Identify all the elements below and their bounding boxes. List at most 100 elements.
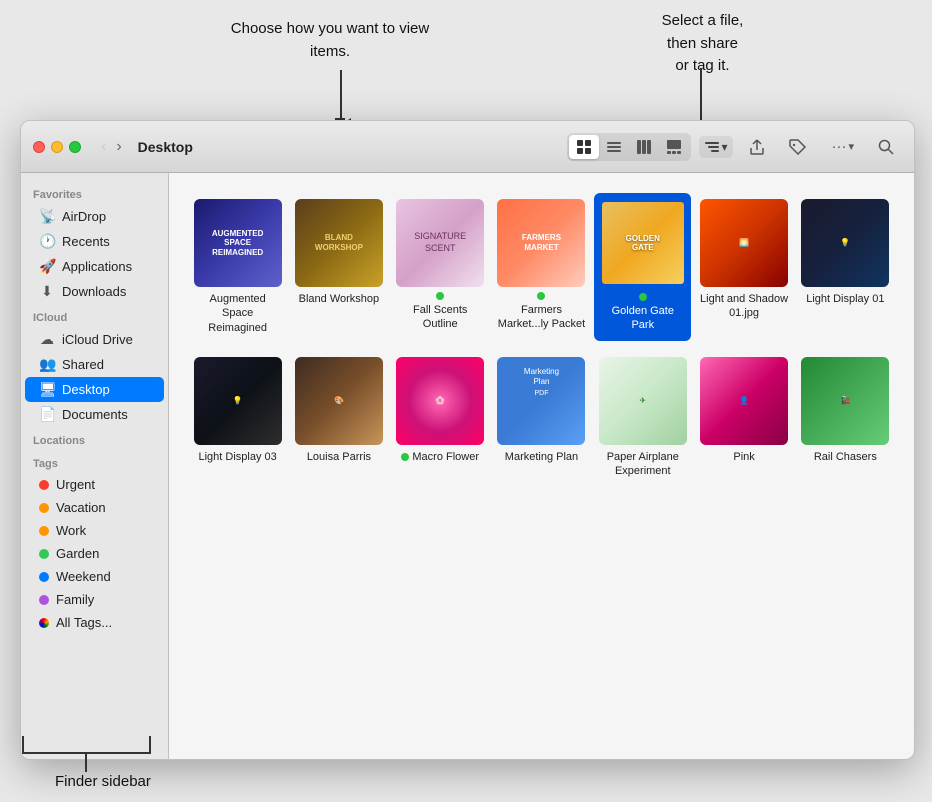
file-thumb-augmented: AUGMENTEDSPACEREIMAGINED bbox=[194, 199, 282, 287]
sidebar-item-garden[interactable]: Garden bbox=[25, 542, 164, 565]
applications-icon: 🚀 bbox=[39, 258, 55, 275]
file-thumb-rail: 🚂 bbox=[801, 357, 889, 445]
farmers-dot bbox=[537, 292, 545, 300]
file-item-bland[interactable]: BLANDWORKSHOP Bland Workshop bbox=[290, 193, 387, 341]
title-bar: ‹ › Desktop ▾ bbox=[21, 121, 914, 173]
file-item-farmers[interactable]: FARMERSMARKET Farmers Market...ly Packet bbox=[493, 193, 590, 341]
downloads-icon: ⬇ bbox=[39, 283, 55, 300]
sidebar-item-icloud-drive[interactable]: ☁ iCloud Drive bbox=[25, 327, 164, 352]
file-name-macro: Macro Flower bbox=[401, 450, 479, 464]
view-toggle-group bbox=[567, 133, 691, 161]
file-name-farmers: Farmers Market...ly Packet bbox=[497, 292, 586, 332]
file-item-macro[interactable]: 🌸 Macro Flower bbox=[392, 351, 489, 485]
file-thumb-light03: 💡 bbox=[194, 357, 282, 445]
file-name-paper: Paper Airplane Experiment bbox=[598, 450, 687, 479]
view-callout: Choose how you want to view items. bbox=[230, 18, 430, 63]
back-button[interactable]: ‹ bbox=[97, 136, 110, 158]
file-name-louisa: Louisa Parris bbox=[307, 450, 371, 464]
sidebar-item-downloads[interactable]: ⬇ Downloads bbox=[25, 279, 164, 304]
traffic-lights bbox=[33, 141, 81, 153]
sidebar-item-urgent[interactable]: Urgent bbox=[25, 473, 164, 496]
vacation-tag-dot bbox=[39, 503, 49, 513]
golden-dot bbox=[639, 293, 647, 301]
file-thumb-light-shadow: 🌅 bbox=[700, 199, 788, 287]
file-item-rail[interactable]: 🚂 Rail Chasers bbox=[797, 351, 894, 485]
file-item-light03[interactable]: 💡 Light Display 03 bbox=[189, 351, 286, 485]
file-item-light-shadow[interactable]: 🌅 Light and Shadow 01.jpg bbox=[695, 193, 792, 341]
file-name-golden: Golden Gate Park bbox=[598, 292, 687, 334]
view-grid-button[interactable] bbox=[569, 135, 599, 159]
file-thumb-light01: 💡 bbox=[801, 199, 889, 287]
maximize-button[interactable] bbox=[69, 141, 81, 153]
icloud-drive-icon: ☁ bbox=[39, 331, 55, 348]
view-callout-arrow bbox=[340, 70, 342, 120]
finder-sidebar-label: Finder sidebar bbox=[55, 773, 151, 790]
file-name-augmented: AugmentedSpace Reimagined bbox=[193, 292, 282, 335]
file-grid-row2: 💡 Light Display 03 🎨 Louisa Parris 🌸 bbox=[189, 351, 894, 485]
sidebar-item-shared[interactable]: 👥 Shared bbox=[25, 352, 164, 377]
minimize-button[interactable] bbox=[51, 141, 63, 153]
view-list-button[interactable] bbox=[599, 135, 629, 159]
breadcrumb-title: Desktop bbox=[138, 139, 193, 155]
file-thumb-farmers: FARMERSMARKET bbox=[497, 199, 585, 287]
close-button[interactable] bbox=[33, 141, 45, 153]
file-thumb-golden: GOLDENGATE bbox=[599, 199, 687, 287]
file-item-pink[interactable]: 👤 Pink bbox=[695, 351, 792, 485]
sidebar-section-favorites: Favorites bbox=[21, 181, 168, 204]
file-thumb-paper: ✈ bbox=[599, 357, 687, 445]
group-button[interactable]: ▾ bbox=[699, 136, 733, 158]
file-thumb-marketing: MarketingPlanPDF bbox=[497, 357, 585, 445]
file-name-fall: Fall Scents Outline bbox=[396, 292, 485, 332]
file-name-light-shadow: Light and Shadow 01.jpg bbox=[699, 292, 788, 321]
file-grid-row1: AUGMENTEDSPACEREIMAGINED AugmentedSpace … bbox=[189, 193, 894, 341]
documents-icon: 📄 bbox=[39, 406, 55, 423]
file-item-golden[interactable]: GOLDENGATE Golden Gate Park bbox=[594, 193, 691, 341]
file-item-light01[interactable]: 💡 Light Display 01 bbox=[797, 193, 894, 341]
work-tag-dot bbox=[39, 526, 49, 536]
sidebar-item-family[interactable]: Family bbox=[25, 588, 164, 611]
file-thumb-macro: 🌸 bbox=[396, 357, 484, 445]
file-item-augmented[interactable]: AUGMENTEDSPACEREIMAGINED AugmentedSpace … bbox=[189, 193, 286, 341]
garden-tag-dot bbox=[39, 549, 49, 559]
sidebar-item-desktop[interactable]: 🖥 Desktop bbox=[25, 377, 164, 402]
forward-button[interactable]: › bbox=[112, 136, 125, 158]
more-button[interactable]: ···▾ bbox=[823, 133, 862, 160]
desktop-icon: 🖥 bbox=[39, 381, 55, 398]
file-name-bland: Bland Workshop bbox=[299, 292, 380, 306]
file-thumb-bland: BLANDWORKSHOP bbox=[295, 199, 383, 287]
nav-buttons: ‹ › bbox=[97, 136, 126, 158]
file-name-pink: Pink bbox=[733, 450, 754, 464]
sidebar: Favorites 📡 AirDrop 🕐 Recents 🚀 Applicat… bbox=[21, 173, 169, 759]
sidebar-section-icloud: iCloud bbox=[21, 304, 168, 327]
family-tag-dot bbox=[39, 595, 49, 605]
airdrop-icon: 📡 bbox=[39, 208, 55, 225]
sidebar-item-documents[interactable]: 📄 Documents bbox=[25, 402, 164, 427]
file-item-louisa[interactable]: 🎨 Louisa Parris bbox=[290, 351, 387, 485]
fall-dot bbox=[436, 292, 444, 300]
file-item-paper[interactable]: ✈ Paper Airplane Experiment bbox=[594, 351, 691, 485]
sidebar-item-all-tags[interactable]: All Tags... bbox=[25, 611, 164, 634]
share-button[interactable] bbox=[741, 133, 773, 161]
file-name-marketing: Marketing Plan bbox=[505, 450, 578, 464]
sidebar-item-weekend[interactable]: Weekend bbox=[25, 565, 164, 588]
file-item-fall[interactable]: SIGNATURESCENT Fall Scents Outline bbox=[392, 193, 489, 341]
file-item-marketing[interactable]: MarketingPlanPDF Marketing Plan bbox=[493, 351, 590, 485]
file-name-light03: Light Display 03 bbox=[199, 450, 277, 464]
sidebar-item-applications[interactable]: 🚀 Applications bbox=[25, 254, 164, 279]
view-columns-button[interactable] bbox=[629, 135, 659, 159]
sidebar-item-recents[interactable]: 🕐 Recents bbox=[25, 229, 164, 254]
weekend-tag-dot bbox=[39, 572, 49, 582]
content-area: Favorites 📡 AirDrop 🕐 Recents 🚀 Applicat… bbox=[21, 173, 914, 759]
all-tags-dot bbox=[39, 618, 49, 628]
sidebar-item-vacation[interactable]: Vacation bbox=[25, 496, 164, 519]
sidebar-item-airdrop[interactable]: 📡 AirDrop bbox=[25, 204, 164, 229]
tag-button[interactable] bbox=[781, 134, 815, 160]
view-gallery-button[interactable] bbox=[659, 135, 689, 159]
recents-icon: 🕐 bbox=[39, 233, 55, 250]
file-thumb-fall: SIGNATURESCENT bbox=[396, 199, 484, 287]
finder-window: ‹ › Desktop ▾ bbox=[20, 120, 915, 760]
search-button[interactable] bbox=[870, 134, 902, 160]
file-name-rail: Rail Chasers bbox=[814, 450, 877, 464]
sidebar-item-work[interactable]: Work bbox=[25, 519, 164, 542]
shared-icon: 👥 bbox=[39, 356, 55, 373]
